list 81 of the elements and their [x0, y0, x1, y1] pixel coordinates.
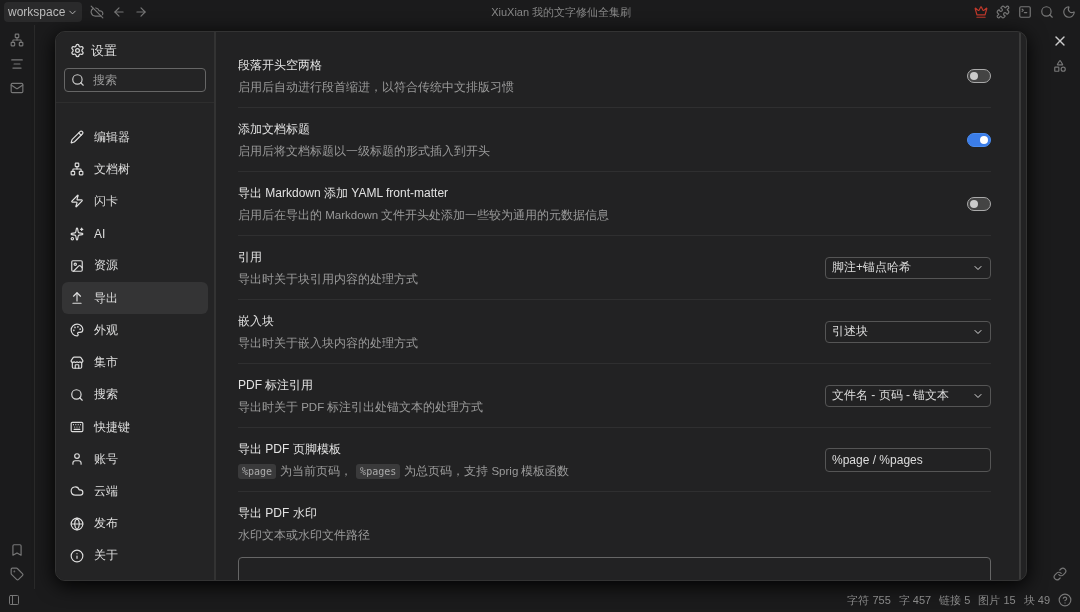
palette-icon [70, 323, 84, 338]
setting-title: 导出 PDF 水印 [238, 504, 318, 522]
search-field[interactable]: 搜索 [91, 71, 195, 88]
link-icon[interactable] [1053, 566, 1067, 581]
shapes-icon[interactable] [1053, 58, 1067, 73]
info-icon [70, 548, 84, 563]
search-icon[interactable] [1040, 5, 1054, 20]
setting-description: 启用后自动进行段首缩进，以符合传统中文排版习惯 [238, 79, 515, 95]
sparkle-icon [70, 226, 84, 241]
tree-icon [70, 162, 84, 177]
setting-description: 导出时关于嵌入块内容的处理方式 [238, 335, 419, 351]
cloud-icon [70, 484, 84, 499]
setting-title: 段落开头空两格 [238, 56, 323, 74]
status-count: 链接 5 [939, 592, 971, 608]
toggle-switch[interactable] [967, 68, 991, 83]
panel-icon[interactable] [8, 594, 20, 607]
nav-item[interactable]: 文档树 [62, 153, 208, 186]
nav-item[interactable]: 关于 [62, 539, 208, 572]
nav-item[interactable]: 导出 [62, 282, 208, 315]
terminal-icon[interactable] [1018, 5, 1032, 20]
setting-description: 启用后在导出的 Markdown 文件开头处添加一些较为通用的元数据信息 [238, 207, 611, 223]
setting-title: PDF 标注引用 [238, 376, 315, 394]
text-field[interactable]: %page / %pages [825, 447, 991, 472]
setting-title: 导出 Markdown 添加 YAML front-matter [238, 184, 450, 202]
crown-icon[interactable] [974, 5, 988, 20]
nav-item[interactable]: 搜索 [62, 378, 208, 411]
status-count: 字符 755 [847, 592, 891, 608]
keyboard-icon [70, 420, 84, 434]
dropdown[interactable]: 引述块 [825, 320, 991, 343]
nav-item[interactable]: 账号 [62, 443, 208, 476]
status-count: 块 49 [1023, 592, 1050, 608]
lightning-icon [70, 194, 84, 209]
dialog-title: 设置 [91, 41, 117, 60]
tree-icon[interactable] [10, 32, 24, 47]
setting-description: 导出时关于 PDF 标注引出处锚文本的处理方式 [238, 399, 485, 415]
globe-icon [70, 516, 84, 531]
nav-item[interactable]: 闪卡 [62, 185, 208, 218]
search-icon [70, 387, 84, 402]
user-icon [70, 452, 84, 467]
nav-item[interactable]: 发布 [62, 507, 208, 540]
mail-icon[interactable] [10, 80, 24, 95]
nav-item[interactable]: 快捷键 [62, 410, 208, 444]
status-count: 字 457 [898, 592, 932, 608]
nav-item[interactable]: 云端 [62, 475, 208, 508]
search-icon [71, 72, 85, 87]
toggle-switch[interactable] [967, 196, 991, 211]
help-icon[interactable] [1058, 593, 1072, 608]
workspace-button[interactable]: workspace [4, 2, 83, 23]
nav-item[interactable]: 外观 [62, 314, 208, 347]
store-icon [70, 355, 84, 370]
code-snippet: %page [238, 463, 277, 479]
code-snippet: %pages [356, 463, 401, 479]
bookmark-icon[interactable] [10, 542, 24, 557]
tag-icon[interactable] [10, 566, 24, 581]
settings-icon [70, 43, 85, 59]
puzzle-icon[interactable] [996, 5, 1010, 20]
pencil-icon [70, 130, 84, 145]
status-count: 图片 15 [978, 592, 1016, 608]
nav-item[interactable]: 资源 [62, 249, 208, 283]
setting-description: 启用后将文档标题以一级标题的形式插入到开头 [238, 143, 491, 159]
setting-title: 引用 [238, 248, 263, 266]
window-title: XiuXian 我的文字修仙全集刷 [490, 4, 633, 20]
setting-description: 水印文本或水印文件路径 [238, 527, 371, 543]
dropdown[interactable]: 文件名 - 页码 - 锚文本 [825, 384, 991, 407]
nav-item[interactable]: AI [62, 217, 208, 250]
setting-description: 为总页码，支持 Sprig 模板函数 [404, 463, 570, 479]
setting-title: 添加文档标题 [238, 120, 311, 138]
image-icon [70, 258, 84, 273]
nav-item[interactable]: 集市 [62, 346, 208, 379]
nav-item[interactable]: 编辑器 [62, 120, 208, 154]
setting-description: 为当前页码， [280, 463, 353, 479]
outline-icon[interactable] [10, 56, 24, 71]
setting-title: 嵌入块 [238, 312, 275, 330]
setting-description: 导出时关于块引用内容的处理方式 [238, 271, 419, 287]
upload-icon [70, 291, 84, 306]
search-box[interactable]: 搜索 [64, 67, 206, 92]
moon-icon[interactable] [1062, 5, 1076, 20]
cloud-off-icon[interactable] [90, 5, 105, 20]
toggle-switch[interactable] [967, 132, 991, 147]
setting-title: 导出 PDF 页脚模板 [238, 440, 342, 458]
dropdown[interactable]: 脚注+锚点哈希 [825, 256, 991, 279]
